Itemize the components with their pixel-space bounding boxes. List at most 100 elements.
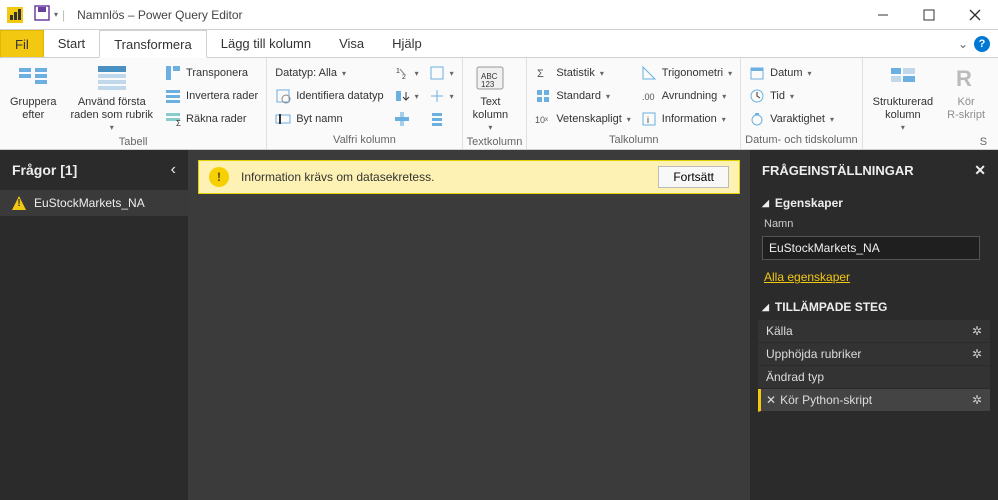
groupby-icon (17, 62, 49, 94)
query-name-input[interactable] (762, 236, 980, 260)
qat-dropdown-icon[interactable]: ▾ (54, 10, 58, 19)
svg-text:Σ: Σ (176, 119, 181, 127)
rounding-button[interactable]: .00Avrundning▾ (637, 85, 736, 107)
r-script-icon: R (950, 62, 982, 94)
group-label-table: Tabell (4, 134, 262, 151)
tab-start[interactable]: Start (44, 30, 99, 57)
move-icon (429, 88, 445, 104)
triangle-down-icon: ◢ (762, 198, 769, 209)
applied-steps-section-header[interactable]: ◢TILLÄMPADE STEG (750, 294, 998, 320)
tid-button[interactable]: Tid▾ (745, 85, 838, 107)
titlebar: ▾ | Namnlös – Power Query Editor (0, 0, 998, 30)
step-item[interactable]: ✕Kör Python-skript✲ (758, 389, 990, 412)
continue-button[interactable]: Fortsätt (658, 166, 729, 188)
close-button[interactable] (952, 0, 998, 30)
fill-icon (394, 88, 410, 104)
info-message: Information krävs om datasekretess. (241, 170, 646, 184)
chevron-down-icon: ▾ (728, 69, 732, 78)
text-column-button[interactable]: ABC123 Text kolumn ▾ (467, 60, 514, 134)
reverse-icon (165, 88, 181, 104)
preview-area: ! Information krävs om datasekretess. Fo… (188, 150, 750, 500)
ribbon-group-datetime-column: Datum▾ Tid▾ Varaktighet▾ Datum- och tids… (741, 58, 863, 149)
chevron-down-icon: ▾ (830, 115, 834, 124)
ribbon-collapse-icon[interactable]: ⌄ (958, 37, 968, 51)
tab-help[interactable]: Hjälp (378, 30, 436, 57)
help-icon[interactable]: ? (974, 36, 990, 52)
structured-column-icon (887, 62, 919, 94)
move-button[interactable]: ▾ (425, 85, 458, 107)
query-item-label: EuStockMarkets_NA (34, 196, 145, 210)
information-icon: i (641, 111, 657, 127)
duration-icon (749, 111, 765, 127)
standard-icon (535, 88, 551, 104)
step-item[interactable]: Ändrad typ (758, 366, 990, 389)
ribbon-group-any-column: Datatyp: Alla▾ Identifiera datatyp Byt n… (267, 58, 462, 149)
close-icon[interactable]: ✕ (974, 162, 986, 179)
structured-column-button[interactable]: Strukturerad kolumn ▾ (867, 60, 940, 134)
chevron-down-icon: ▾ (722, 115, 726, 124)
standard-button[interactable]: Standard▾ (531, 85, 634, 107)
group-label-numcol: Talkolumn (531, 132, 736, 149)
chevron-down-icon: ▾ (901, 123, 905, 132)
unpivot-button[interactable]: ▾ (425, 62, 458, 84)
use-first-row-headers-button[interactable]: Använd första raden som rubrik ▾ (64, 60, 159, 134)
save-icon[interactable] (34, 5, 50, 24)
gear-icon[interactable]: ✲ (972, 324, 982, 338)
group-label-datetime: Datum- och tidskolumn (745, 132, 858, 149)
headers-icon (96, 62, 128, 94)
varaktighet-button[interactable]: Varaktighet▾ (745, 108, 838, 130)
rounding-icon: .00 (641, 88, 657, 104)
chevron-down-icon: ▾ (342, 69, 346, 78)
convert-list-button[interactable] (425, 108, 458, 130)
main-area: Frågor [1] ‹ ! EuStockMarkets_NA ! Infor… (0, 150, 998, 500)
replace-values-button[interactable]: 12▾ (390, 62, 423, 84)
chevron-down-icon: ▾ (110, 123, 114, 132)
pivot-button[interactable] (390, 108, 423, 130)
svg-text:123: 123 (481, 80, 495, 89)
scientific-button[interactable]: 10ˣVetenskapligt▾ (531, 108, 634, 130)
delete-step-icon[interactable]: ✕ (766, 393, 776, 407)
rename-icon (275, 111, 291, 127)
datum-button[interactable]: Datum▾ (745, 62, 838, 84)
properties-section-header[interactable]: ◢Egenskaper (750, 190, 998, 216)
chevron-down-icon: ▾ (808, 69, 812, 78)
run-r-script-button[interactable]: R Kör R-skript (941, 60, 991, 123)
groupby-button[interactable]: Gruppera efter (4, 60, 62, 123)
trigonometry-button[interactable]: Trigonometri▾ (637, 62, 736, 84)
collapse-left-icon[interactable]: ‹ (171, 161, 176, 179)
ribbon-group-table: Gruppera efter Använd första raden som r… (0, 58, 267, 149)
maximize-button[interactable] (906, 0, 952, 30)
transpose-button[interactable]: Transponera (161, 62, 262, 84)
statistics-button[interactable]: ΣStatistik▾ (531, 62, 634, 84)
all-properties-link[interactable]: Alla egenskaper (750, 264, 998, 294)
tab-view[interactable]: Visa (325, 30, 378, 57)
tab-transform[interactable]: Transformera (99, 30, 207, 58)
tab-file[interactable]: Fil (0, 30, 44, 57)
fill-button[interactable]: ▾ (390, 85, 423, 107)
gear-icon[interactable]: ✲ (972, 393, 982, 407)
rename-button[interactable]: Byt namn (271, 108, 387, 130)
scientific-icon: 10ˣ (535, 111, 551, 127)
datatype-button[interactable]: Datatyp: Alla▾ (271, 62, 387, 84)
query-item[interactable]: ! EuStockMarkets_NA (0, 190, 188, 216)
chevron-down-icon: ▾ (450, 69, 454, 78)
qat-divider: | (62, 8, 65, 22)
svg-text:R: R (956, 66, 972, 90)
ribbon-group-number-column: ΣStatistik▾ Standard▾ 10ˣVetenskapligt▾ … (527, 58, 741, 149)
count-rows-button[interactable]: ΣRäkna rader (161, 108, 262, 130)
queries-panel: Frågor [1] ‹ ! EuStockMarkets_NA (0, 150, 188, 500)
chevron-down-icon: ▾ (415, 69, 419, 78)
svg-text:.00: .00 (642, 92, 655, 102)
reverse-rows-button[interactable]: Invertera rader (161, 85, 262, 107)
gear-icon[interactable]: ✲ (972, 347, 982, 361)
information-button[interactable]: iInformation▾ (637, 108, 736, 130)
step-item[interactable]: Källa✲ (758, 320, 990, 343)
ribbon-group-text-column: ABC123 Text kolumn ▾ Textkolumn (463, 58, 528, 149)
calendar-icon (749, 65, 765, 81)
tab-add-column[interactable]: Lägg till kolumn (207, 30, 325, 57)
step-item[interactable]: Upphöjda rubriker✲ (758, 343, 990, 366)
ribbon-tabs: Fil Start Transformera Lägg till kolumn … (0, 30, 998, 58)
query-settings-panel: FRÅGEINSTÄLLNINGAR ✕ ◢Egenskaper Namn Al… (750, 150, 998, 500)
minimize-button[interactable] (860, 0, 906, 30)
detect-datatype-button[interactable]: Identifiera datatyp (271, 85, 387, 107)
